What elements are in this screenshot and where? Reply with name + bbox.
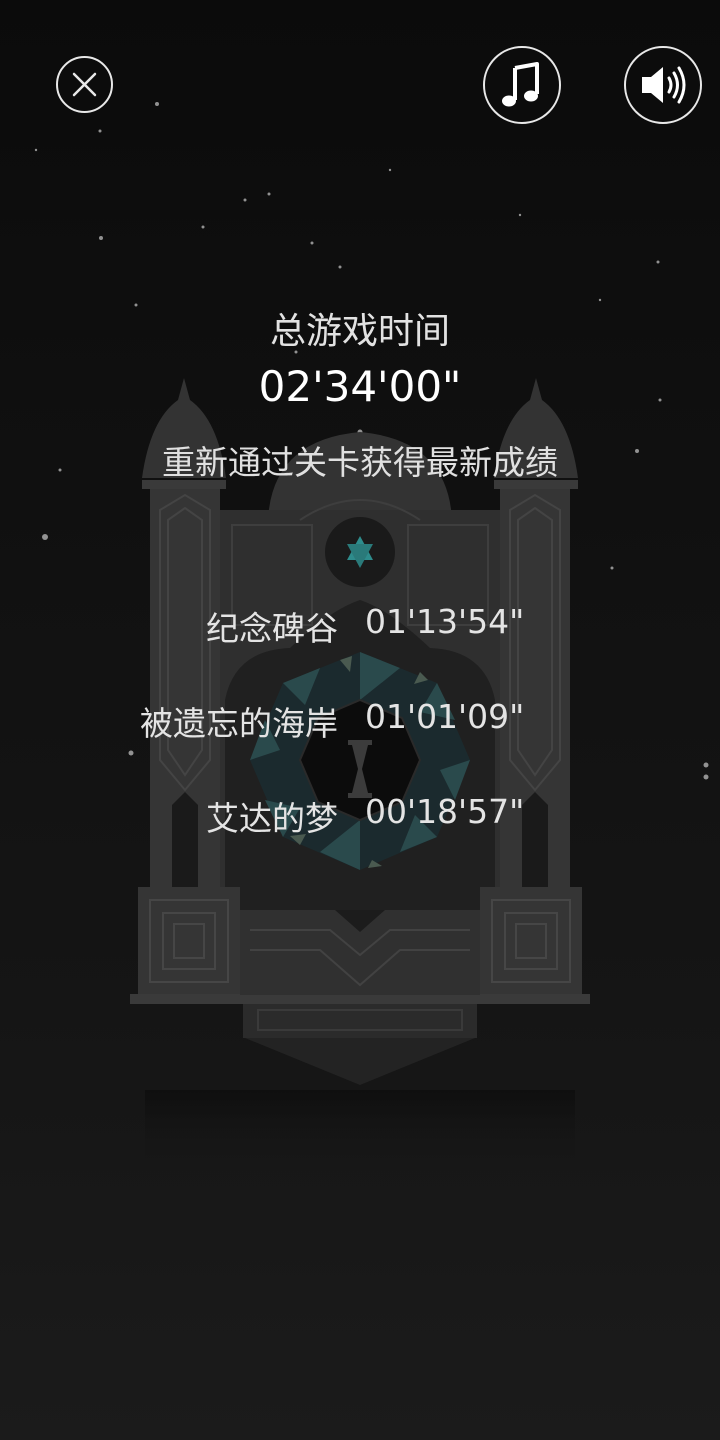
speaker-icon — [642, 66, 686, 104]
close-icon — [72, 72, 97, 97]
chapter-time: 01'01'09" — [365, 697, 525, 736]
chapter-time: 00'18'57" — [365, 792, 525, 831]
total-time-label: 总游戏时间 — [269, 311, 450, 352]
chapter-time: 01'13'54" — [365, 602, 525, 641]
chapter-row: 纪念碑谷 01'13'54" — [0, 602, 720, 652]
replay-hint: 重新通过关卡获得最新成绩 — [162, 443, 558, 482]
chapter-name: 艾达的梦 — [206, 799, 338, 838]
chapter-name: 纪念碑谷 — [206, 609, 338, 648]
chapter-row: 艾达的梦 00'18'57" — [0, 792, 720, 842]
game-screen: 总游戏时间 02'34'00" 重新通过关卡获得最新成绩 纪念碑谷 01'13'… — [0, 0, 720, 1440]
music-toggle-button[interactable] — [483, 46, 561, 124]
chapter-name: 被遗忘的海岸 — [140, 704, 338, 743]
chapter-row: 被遗忘的海岸 01'01'09" — [0, 697, 720, 747]
music-note-icon — [502, 62, 539, 107]
sound-toggle-button[interactable] — [624, 46, 702, 124]
total-time-value: 02'34'00" — [258, 362, 462, 411]
close-button[interactable] — [56, 56, 113, 113]
